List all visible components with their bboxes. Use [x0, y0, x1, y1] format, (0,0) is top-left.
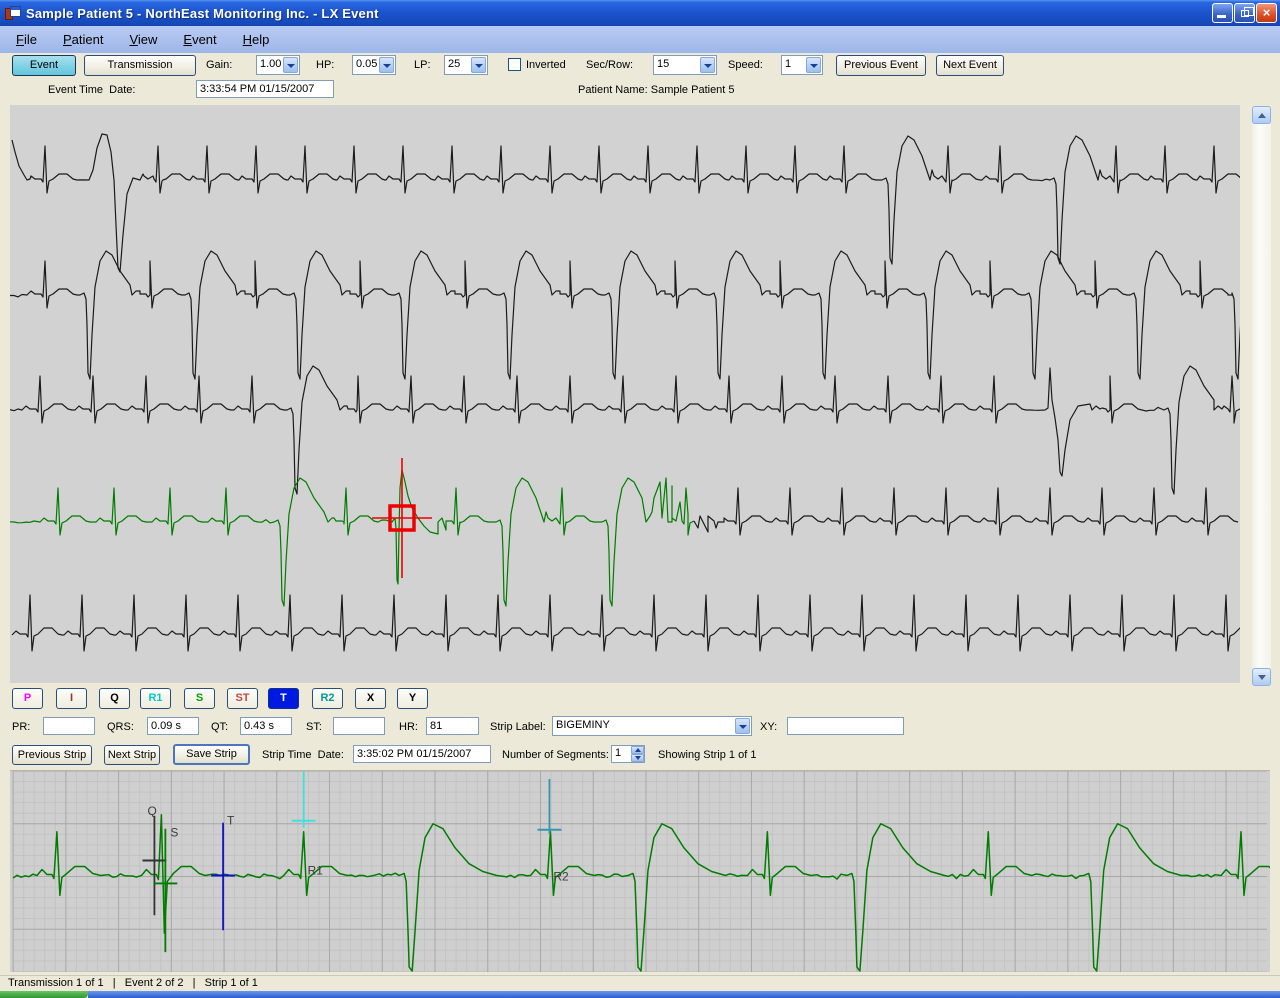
window-title: Sample Patient 5 - NorthEast Monitoring … [26, 6, 379, 21]
caliper-button-p[interactable]: P [12, 688, 43, 709]
inverted-label: Inverted [526, 59, 566, 71]
inverted-checkbox[interactable] [508, 58, 521, 71]
menu-view[interactable]: View [123, 30, 163, 49]
strip-marker-label: R1 [308, 863, 324, 877]
hp-label: HP: [316, 59, 334, 71]
pr-field[interactable] [43, 717, 95, 735]
arrow-down-icon [1258, 675, 1266, 680]
menu-patient[interactable]: Patient [57, 30, 109, 49]
xy-label: XY: [760, 721, 777, 733]
menu-file[interactable]: File [10, 30, 43, 49]
caliper-button-t[interactable]: T [268, 688, 299, 709]
restore-button[interactable] [1234, 3, 1255, 23]
caliper-button-s[interactable]: S [184, 688, 215, 709]
taskbar-sliver [88, 991, 1280, 998]
segments-spinner[interactable]: 1 [611, 745, 645, 763]
scrollbar-track[interactable] [1252, 124, 1271, 668]
arrow-up-icon [635, 748, 641, 752]
caliper-button-y[interactable]: Y [397, 688, 428, 709]
speed-label: Speed: [728, 59, 763, 71]
next-event-button[interactable]: Next Event [936, 55, 1004, 76]
menu-bar: File Patient View Event Help [0, 26, 1280, 53]
hr-label: HR: [399, 721, 418, 733]
strip-time-field[interactable]: 3:35:02 PM 01/15/2007 [353, 745, 491, 763]
pr-label: PR: [12, 721, 30, 733]
hp-dropdown[interactable]: 0.05 [352, 55, 396, 75]
ecg-strip-display[interactable]: QS T R1 R2 [10, 770, 1270, 972]
gain-label: Gain: [206, 59, 232, 71]
close-icon: × [1263, 5, 1271, 20]
save-strip-button[interactable]: Save Strip [173, 744, 250, 765]
qrs-label: QRS: [107, 721, 134, 733]
ecg-main-display[interactable] [10, 105, 1240, 683]
status-bar: Transmission 1 of 1 | Event 2 of 2 | Str… [0, 975, 1280, 991]
arrow-up-icon [1258, 113, 1266, 118]
strip-label-label: Strip Label: [490, 721, 546, 733]
secrow-dropdown[interactable]: 15 [653, 55, 717, 75]
secrow-label: Sec/Row: [586, 59, 633, 71]
start-button-sliver[interactable] [0, 991, 88, 998]
minimize-button[interactable] [1212, 3, 1233, 23]
caliper-button-x[interactable]: X [355, 688, 386, 709]
strip-label-dropdown[interactable]: BIGEMINY [552, 716, 752, 736]
caliper-button-st[interactable]: ST [227, 688, 258, 709]
close-button[interactable]: × [1256, 3, 1277, 23]
qt-field[interactable]: 0.43 s [240, 717, 292, 735]
gain-dropdown-arrow-icon[interactable] [283, 57, 298, 73]
caliper-button-r2[interactable]: R2 [312, 688, 343, 709]
showing-strip-label: Showing Strip 1 of 1 [658, 749, 756, 761]
menu-help[interactable]: Help [237, 30, 276, 49]
lp-dropdown-arrow-icon[interactable] [471, 57, 486, 73]
restore-icon [1241, 10, 1249, 17]
st-label: ST: [306, 721, 322, 733]
qt-label: QT: [211, 721, 228, 733]
caliper-button-r1[interactable]: R1 [140, 688, 171, 709]
next-strip-button[interactable]: Next Strip [104, 745, 160, 765]
patient-name-label: Patient Name: Sample Patient 5 [578, 84, 735, 96]
scroll-down-button[interactable] [1252, 668, 1271, 686]
arrow-down-icon [635, 756, 641, 760]
xy-field[interactable] [787, 717, 904, 735]
scroll-up-button[interactable] [1252, 106, 1271, 124]
caliper-button-i[interactable]: I [56, 688, 87, 709]
st-field[interactable] [333, 717, 385, 735]
qrs-field[interactable]: 0.09 s [147, 717, 199, 735]
title-bar: Sample Patient 5 - NorthEast Monitoring … [0, 0, 1280, 26]
event-time-label: Event Time Date: [48, 84, 135, 96]
strip-marker-label: T [227, 814, 235, 828]
event-time-field[interactable]: 3:33:54 PM 01/15/2007 [196, 80, 334, 98]
taskbar [0, 991, 1280, 998]
speed-dropdown[interactable]: 1 [781, 55, 823, 75]
hr-field[interactable]: 81 [426, 717, 479, 735]
app-icon [5, 5, 21, 21]
spinner-down-button[interactable] [631, 754, 644, 762]
transmission-toggle-button[interactable]: Transmission [84, 55, 196, 76]
secrow-dropdown-arrow-icon[interactable] [700, 57, 715, 73]
ecg-vertical-scrollbar[interactable] [1252, 106, 1271, 686]
strip-time-label: Strip Time Date: [262, 749, 344, 761]
strip-marker-label: S [170, 826, 178, 840]
speed-dropdown-arrow-icon[interactable] [806, 57, 821, 73]
previous-event-button[interactable]: Previous Event [836, 55, 926, 76]
strip-marker-label: R2 [553, 869, 569, 883]
lp-dropdown[interactable]: 25 [444, 55, 488, 75]
caliper-button-q[interactable]: Q [99, 688, 130, 709]
hp-dropdown-arrow-icon[interactable] [379, 57, 394, 73]
lp-label: LP: [414, 59, 431, 71]
gain-dropdown[interactable]: 1.00 [256, 55, 300, 75]
minimize-icon [1217, 15, 1226, 18]
event-toggle-button[interactable]: Event [12, 55, 76, 76]
spinner-up-button[interactable] [631, 746, 644, 754]
menu-event[interactable]: Event [177, 30, 222, 49]
previous-strip-button[interactable]: Previous Strip [12, 745, 92, 765]
strip-marker-label: Q [147, 804, 156, 818]
segments-label: Number of Segments: [502, 749, 609, 761]
strip-label-dropdown-arrow-icon[interactable] [735, 718, 750, 734]
